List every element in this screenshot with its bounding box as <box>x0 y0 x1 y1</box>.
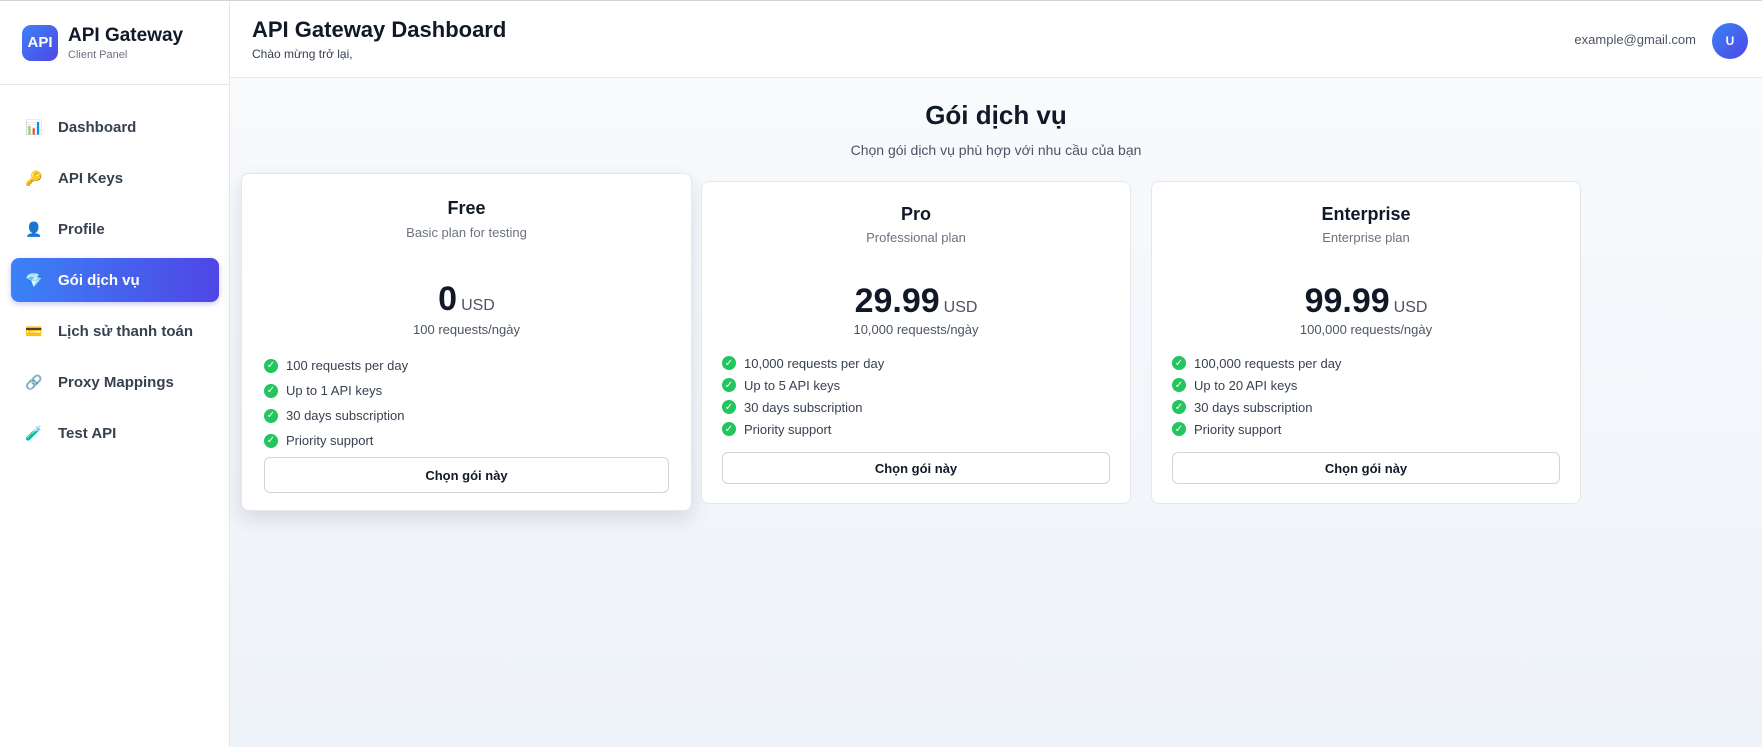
plan-card-pro: Pro Professional plan 29.99 USD 10,000 re… <box>701 181 1131 504</box>
check-circle-icon: ✓ <box>264 408 278 423</box>
sidebar-item-payment-history[interactable]: 💳 Lịch sử thanh toán <box>11 309 219 353</box>
feature-text: Priority support <box>286 433 374 448</box>
check-circle-icon: ✓ <box>1172 356 1186 370</box>
user-email: example@gmail.com <box>1574 32 1696 47</box>
plan-name: Enterprise <box>1321 204 1411 224</box>
brand-text: API Gateway Client Panel <box>68 25 183 61</box>
feature-text: Up to 5 API keys <box>744 377 841 393</box>
section-subtitle: Chọn gói dịch vụ phù hợp với nhu cầu của… <box>850 142 1142 158</box>
plan-currency: USD <box>461 297 495 314</box>
plan-description: Enterprise plan <box>1322 230 1410 245</box>
sidebar-nav: 📊 Dashboard 🔑 API Keys 👤 Profile 💎 Gói d… <box>0 85 229 455</box>
sidebar-item-proxy-mappings[interactable]: 🔗 Proxy Mappings <box>11 360 219 404</box>
check-circle-icon: ✓ <box>1172 378 1186 392</box>
sidebar-item-test-api[interactable]: 🧪 Test API <box>11 411 219 455</box>
top-header: API Gateway Dashboard Chào mừng trở lại,… <box>230 0 1762 78</box>
feature-item: ✓ Up to 1 API keys <box>264 378 669 403</box>
test-tube-icon: 🧪 <box>25 424 43 441</box>
plan-price: 29.99 <box>854 282 940 320</box>
plan-features: ✓ 10,000 requests per day ✓ Up to 5 API ke… <box>722 352 1110 440</box>
plan-requests: 100 requests/ngày <box>413 322 520 337</box>
plan-description: Basic plan for testing <box>406 225 527 240</box>
feature-item: ✓ Priority support <box>264 428 669 453</box>
feature-item: ✓ 30 days subscription <box>1172 396 1560 418</box>
check-circle-icon: ✓ <box>264 383 278 398</box>
check-circle-icon: ✓ <box>722 356 736 370</box>
choose-plan-button[interactable]: Chọn gói này <box>264 457 669 493</box>
plan-requests: 100,000 requests/ngày <box>1299 322 1433 337</box>
plan-name: Pro <box>900 204 931 224</box>
check-circle-icon: ✓ <box>264 433 278 448</box>
feature-item: ✓ 100,000 requests per day <box>1172 352 1560 374</box>
choose-plan-button[interactable]: Chọn gói này <box>722 452 1110 484</box>
plan-price: 0 <box>438 280 458 318</box>
sidebar-item-label: Test API <box>58 424 117 442</box>
sidebar-item-plans[interactable]: 💎 Gói dịch vụ <box>11 258 219 302</box>
check-circle-icon: ✓ <box>722 422 736 436</box>
plan-currency: USD <box>1393 299 1428 316</box>
brand-logo: API <box>22 24 58 61</box>
sidebar-item-label: Proxy Mappings <box>58 373 174 391</box>
check-circle-icon: ✓ <box>1172 422 1186 436</box>
feature-text: Up to 20 API keys <box>1194 377 1298 393</box>
plan-card-enterprise: Enterprise Enterprise plan 99.99 USD 100,… <box>1151 181 1581 504</box>
plan-card-free: Free Basic plan for testing 0 USD 100 req… <box>241 173 692 511</box>
plan-price-row: 29.99 USD <box>702 282 1130 321</box>
sidebar-item-label: Dashboard <box>58 118 137 136</box>
check-circle-icon: ✓ <box>722 378 736 392</box>
plan-currency: USD <box>943 299 978 316</box>
plan-price-row: 99.99 USD <box>1152 282 1580 321</box>
sidebar-item-dashboard[interactable]: 📊 Dashboard <box>11 105 219 149</box>
plan-price-row: 0 USD <box>242 280 691 319</box>
credit-card-icon: 💳 <box>25 322 43 339</box>
feature-item: ✓ Priority support <box>1172 418 1560 440</box>
feature-item: ✓ 30 days subscription <box>722 396 1110 418</box>
main-content: Gói dịch vụ Chọn gói dịch vụ phù hợp với… <box>230 78 1762 747</box>
plan-description: Professional plan <box>866 230 966 245</box>
plan-price: 99.99 <box>1304 282 1390 320</box>
gem-icon: 💎 <box>25 271 43 288</box>
choose-plan-button[interactable]: Chọn gói này <box>1172 452 1560 484</box>
feature-item: ✓ Up to 5 API keys <box>722 374 1110 396</box>
sidebar-item-profile[interactable]: 👤 Profile <box>11 207 219 251</box>
feature-item: ✓ Priority support <box>722 418 1110 440</box>
sidebar-item-api-keys[interactable]: 🔑 API Keys <box>11 156 219 200</box>
feature-text: Up to 1 API keys <box>286 383 383 398</box>
feature-item: ✓ 30 days subscription <box>264 403 669 428</box>
check-circle-icon: ✓ <box>1172 400 1186 414</box>
sidebar-item-label: Profile <box>58 220 105 238</box>
brand: API API Gateway Client Panel <box>0 1 229 85</box>
welcome-text: Chào mừng trở lại, <box>252 47 353 61</box>
feature-item: ✓ 10,000 requests per day <box>722 352 1110 374</box>
feature-text: 100,000 requests per day <box>1194 355 1342 371</box>
feature-text: Priority support <box>744 421 832 437</box>
feature-item: ✓ Up to 20 API keys <box>1172 374 1560 396</box>
sidebar: API API Gateway Client Panel 📊 Dashboard… <box>0 0 230 747</box>
plan-features: ✓ 100 requests per day ✓ Up to 1 API keys … <box>264 353 669 453</box>
plan-name: Free <box>447 198 486 218</box>
bar-chart-icon: 📊 <box>25 118 43 135</box>
sidebar-item-label: API Keys <box>58 169 124 187</box>
check-circle-icon: ✓ <box>264 358 278 373</box>
feature-text: 10,000 requests per day <box>744 355 885 371</box>
sidebar-item-label: Lịch sử thanh toán <box>58 322 194 340</box>
feature-text: 30 days subscription <box>744 399 863 415</box>
plan-requests: 10,000 requests/ngày <box>853 322 979 337</box>
plan-features: ✓ 100,000 requests per day ✓ Up to 20 API … <box>1172 352 1560 440</box>
feature-text: 100 requests per day <box>286 358 409 373</box>
feature-item: ✓ 100 requests per day <box>264 353 669 378</box>
avatar[interactable]: U <box>1712 23 1748 59</box>
link-icon: 🔗 <box>25 373 43 390</box>
page-title: API Gateway Dashboard <box>252 17 507 42</box>
sidebar-item-label: Gói dịch vụ <box>58 271 140 289</box>
check-circle-icon: ✓ <box>722 400 736 414</box>
brand-title: API Gateway <box>68 24 184 46</box>
feature-text: 30 days subscription <box>286 408 405 423</box>
section-title: Gói dịch vụ <box>925 100 1067 130</box>
feature-text: 30 days subscription <box>1194 399 1313 415</box>
user-icon: 👤 <box>25 220 43 237</box>
brand-subtitle: Client Panel <box>68 48 128 61</box>
feature-text: Priority support <box>1194 421 1282 437</box>
key-icon: 🔑 <box>25 169 43 186</box>
